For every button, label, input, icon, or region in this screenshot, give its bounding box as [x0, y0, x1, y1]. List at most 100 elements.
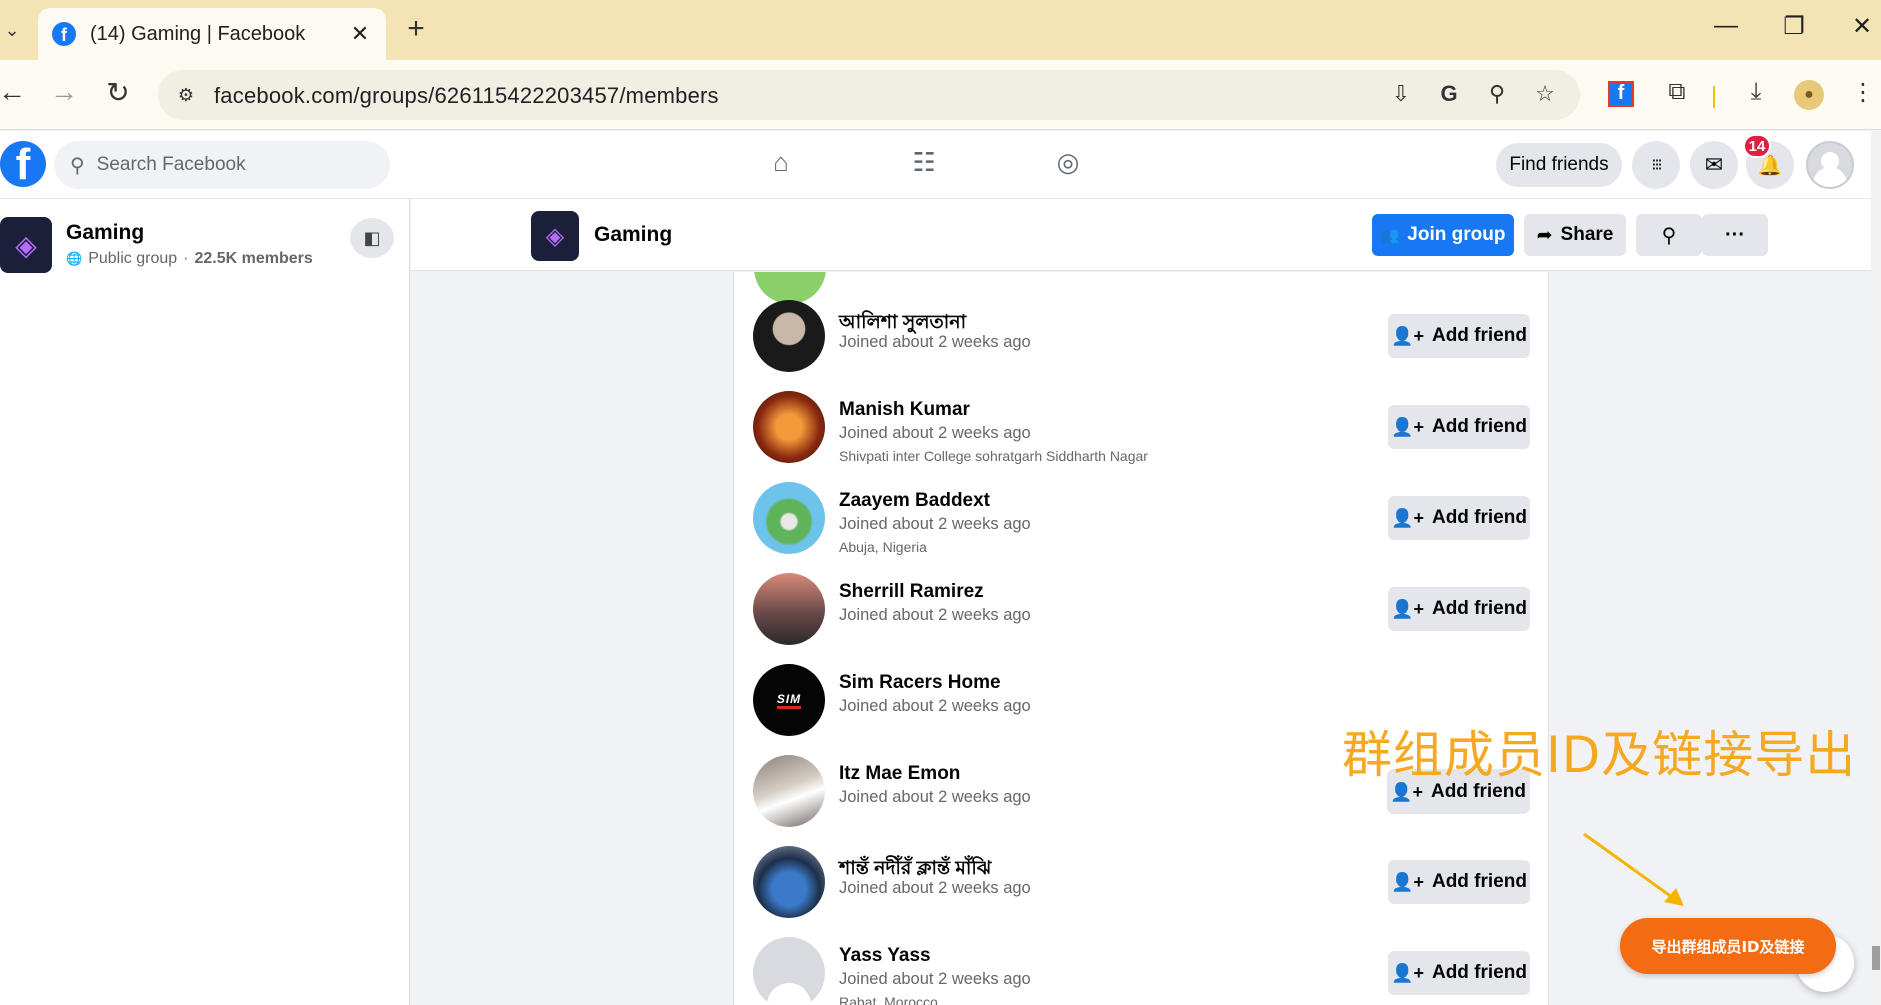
add-friend-button[interactable]: 👤+ Add friend	[1388, 951, 1530, 995]
groups-icon[interactable]: ◎	[1048, 147, 1088, 183]
member-joined: Joined about 2 weeks ago	[839, 970, 1031, 988]
add-friend-icon: 👤+	[1391, 598, 1424, 619]
member-name[interactable]: Sim Racers Home	[839, 672, 1001, 694]
share-label: Share	[1560, 224, 1614, 245]
list-item: Manish Kumar Joined about 2 weeks ago Sh…	[734, 391, 1548, 482]
zoom-icon[interactable]: ⚲	[1482, 81, 1512, 107]
member-avatar[interactable]	[753, 391, 825, 463]
members-list: আলিশা সুলতানা Joined about 2 weeks ago 👤…	[733, 272, 1549, 1005]
add-friend-icon: 👤+	[1391, 962, 1424, 983]
group-member-count[interactable]: 22.5K members	[194, 250, 312, 268]
site-info-tune-icon[interactable]: ⚙	[170, 79, 202, 111]
list-item: Sherrill Ramirez Joined about 2 weeks ag…	[734, 573, 1548, 664]
avatar-head-shape	[1821, 152, 1839, 170]
facebook-logo-icon[interactable]: f	[0, 141, 46, 187]
add-friend-button[interactable]: 👤+ Add friend	[1388, 496, 1530, 540]
find-friends-button[interactable]: Find friends	[1496, 143, 1622, 187]
member-avatar[interactable]	[753, 300, 825, 372]
back-arrow-icon[interactable]: ←	[0, 76, 30, 108]
member-avatar[interactable]	[753, 846, 825, 918]
add-friend-button[interactable]: 👤+ Add friend	[1388, 860, 1530, 904]
member-joined: Joined about 2 weeks ago	[839, 788, 1031, 806]
apps-menu-grid-icon[interactable]: ⁝⁝⁝	[1632, 141, 1680, 189]
add-friend-icon: 👤+	[1391, 416, 1424, 437]
minimize-icon[interactable]: —	[1706, 12, 1746, 40]
facebook-favicon-icon: f	[52, 22, 76, 46]
add-friend-label: Add friend	[1431, 507, 1527, 528]
member-avatar[interactable]	[753, 573, 825, 645]
group-privacy-label: Public group	[88, 250, 178, 267]
member-avatar[interactable]	[753, 755, 825, 827]
add-friend-label: Add friend	[1431, 598, 1527, 619]
add-friend-button[interactable]: 👤+ Add friend	[1388, 405, 1530, 449]
account-avatar[interactable]	[1806, 141, 1854, 189]
facebook-search-input[interactable]	[96, 154, 357, 176]
group-sidebar: ◈ Gaming 🌐 Public group · 22.5K members …	[0, 199, 410, 1005]
extensions-puzzle-icon[interactable]: ⧉	[1660, 78, 1694, 106]
group-more-options-icon[interactable]: ···	[1702, 214, 1768, 256]
add-friend-label: Add friend	[1431, 962, 1527, 983]
address-bar[interactable]: ⚙ facebook.com/groups/626115422203457/me…	[158, 70, 1580, 120]
browser-tab-bar: ⌄ f (14) Gaming | Facebook ✕ + — ❐ ✕	[0, 0, 1881, 60]
active-tab[interactable]: f (14) Gaming | Facebook ✕	[38, 8, 386, 60]
downloads-icon[interactable]: ⤓	[1739, 78, 1773, 106]
forward-arrow-icon[interactable]: →	[46, 76, 82, 108]
facebook-extension-icon[interactable]: f	[1608, 81, 1634, 107]
add-friend-icon: 👤+	[1391, 871, 1424, 892]
sidebar-group-name[interactable]: Gaming	[66, 221, 144, 245]
home-icon[interactable]: ⌂	[761, 147, 801, 183]
friends-icon[interactable]: ☷	[904, 147, 944, 183]
member-joined: Joined about 2 weeks ago	[839, 515, 1031, 533]
tab-close-icon[interactable]: ✕	[348, 21, 372, 47]
group-search-icon[interactable]: ⚲	[1636, 214, 1702, 256]
facebook-search-box[interactable]: ⚲	[54, 141, 390, 189]
browser-toolbar: ← → ↻ ⚙ facebook.com/groups/626115422203…	[0, 60, 1881, 130]
member-joined: Joined about 2 weeks ago	[839, 879, 1031, 897]
page-scrollbar[interactable]	[1871, 131, 1881, 1005]
join-group-label: Join group	[1407, 224, 1506, 245]
list-item: Yass Yass Joined about 2 weeks ago Rabat…	[734, 937, 1548, 1005]
join-group-button[interactable]: 👥 Join group	[1372, 214, 1514, 256]
member-name[interactable]: Itz Mae Emon	[839, 763, 960, 785]
add-friend-button[interactable]: 👤+ Add friend	[1388, 587, 1530, 631]
pointer-arrow-icon	[1583, 832, 1684, 906]
member-avatar[interactable]	[753, 937, 825, 1005]
translate-icon[interactable]: G	[1434, 81, 1464, 107]
browser-menu-icon[interactable]: ⋮	[1846, 78, 1880, 107]
add-friend-button[interactable]: 👤+ Add friend	[1388, 314, 1530, 358]
group-cover-thumbnail[interactable]: ◈	[0, 217, 52, 273]
install-app-icon[interactable]: ⇩	[1386, 81, 1416, 107]
add-friend-icon: 👤+	[1391, 325, 1424, 346]
sidebar-collapse-icon[interactable]: ◧	[350, 218, 394, 258]
browser-profile-avatar[interactable]: ●	[1794, 80, 1824, 110]
group-header-thumbnail[interactable]: ◈	[531, 211, 579, 261]
member-name[interactable]: Zaayem Baddext	[839, 490, 990, 512]
group-header-bar: ◈ Gaming 👥 Join group ➦ Share ⚲ ···	[411, 199, 1871, 271]
list-item: Zaayem Baddext Joined about 2 weeks ago …	[734, 482, 1548, 573]
member-name[interactable]: Sherrill Ramirez	[839, 581, 984, 603]
member-avatar[interactable]	[753, 482, 825, 554]
window-close-icon[interactable]: ✕	[1842, 12, 1881, 41]
sidebar-group-meta: 🌐 Public group · 22.5K members	[66, 250, 313, 268]
page-scrollbar-thumb[interactable]	[1872, 946, 1880, 970]
messenger-icon[interactable]: ✉	[1690, 141, 1738, 189]
new-tab-plus-icon[interactable]: +	[400, 12, 432, 46]
member-avatar[interactable]: SIM	[753, 664, 825, 736]
restore-icon[interactable]: ❐	[1774, 12, 1814, 41]
member-name[interactable]: Manish Kumar	[839, 399, 970, 421]
add-friend-icon: 👤+	[1391, 507, 1424, 528]
list-item: আলিশা সুলতানা Joined about 2 weeks ago 👤…	[734, 300, 1548, 391]
tab-search-chevron-icon[interactable]: ⌄	[0, 14, 24, 46]
globe-icon: 🌐	[66, 251, 83, 266]
bookmark-star-icon[interactable]: ☆	[1530, 81, 1560, 107]
share-button[interactable]: ➦ Share	[1524, 214, 1626, 256]
add-friend-label: Add friend	[1431, 871, 1527, 892]
export-members-button[interactable]: 导出群组成员ID及链接	[1620, 918, 1836, 974]
group-header-title[interactable]: Gaming	[594, 223, 672, 247]
sim-racers-logo: SIM	[776, 692, 802, 709]
add-friend-label: Add friend	[1431, 416, 1527, 437]
url-text[interactable]: facebook.com/groups/626115422203457/memb…	[214, 83, 719, 109]
avatar-body-shape	[1813, 167, 1847, 187]
member-name[interactable]: Yass Yass	[839, 945, 931, 967]
reload-icon[interactable]: ↻	[100, 76, 136, 109]
